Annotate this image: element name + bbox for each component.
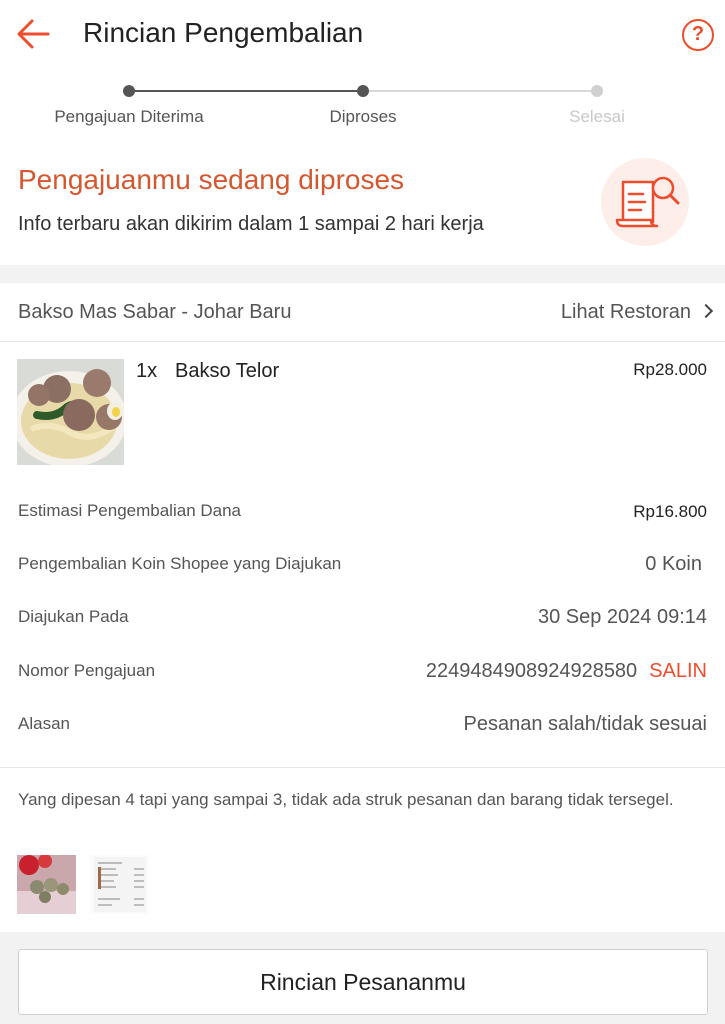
chevron-right-icon: [698, 303, 714, 319]
status-title: Pengajuanmu sedang diproses: [18, 164, 405, 195]
step-line-done: [129, 90, 363, 92]
submitted-at-label: Diajukan Pada: [18, 607, 129, 626]
restaurant-name: Bakso Mas Sabar - Johar Baru: [18, 301, 292, 323]
progress-stepper: Pengajuan Diterima Diproses Selesai: [0, 80, 725, 140]
copy-button[interactable]: SALIN: [649, 660, 707, 682]
item-price: Rp28.000: [633, 360, 707, 379]
request-number-row: 2249484908924928580 SALIN: [426, 660, 707, 683]
complaint-note: Yang dipesan 4 tapi yang sampai 3, tidak…: [18, 790, 674, 809]
step-label-done: Selesai: [569, 107, 625, 126]
divider: [0, 341, 725, 342]
question-circle-icon: ?: [691, 23, 705, 45]
step-dot-processing: [357, 85, 369, 97]
page-title: Rincian Pengembalian: [83, 17, 364, 48]
step-dot-received: [123, 85, 135, 97]
evidence-photo-2[interactable]: [90, 855, 149, 914]
see-restaurant-link[interactable]: Lihat Restoran: [560, 301, 714, 324]
help-button[interactable]: ?: [682, 19, 714, 51]
refund-estimate-label: Estimasi Pengembalian Dana: [18, 501, 242, 520]
coin-refund-label: Pengembalian Koin Shopee yang Diajukan: [18, 554, 342, 573]
arrow-left-icon: [17, 19, 50, 49]
header: Rincian Pengembalian ?: [0, 0, 725, 70]
section-divider: [0, 265, 725, 283]
evidence-photo-1[interactable]: [17, 855, 76, 914]
food-image: [17, 359, 124, 465]
coin-refund-value: 0 Koin: [645, 553, 702, 575]
divider: [0, 767, 725, 768]
step-line-pending: [363, 90, 597, 92]
order-details-button[interactable]: Rincian Pesananmu: [18, 949, 708, 1015]
item-name: Bakso Telor: [175, 360, 280, 382]
document-search-icon: [601, 158, 689, 246]
step-label-processing: Diproses: [329, 107, 397, 126]
request-number-label: Nomor Pengajuan: [18, 661, 156, 680]
step-dot-done: [591, 85, 603, 97]
reason-label: Alasan: [18, 714, 70, 733]
submitted-at-value: 30 Sep 2024 09:14: [537, 606, 707, 628]
reason-value: Pesanan salah/tidak sesuai: [463, 713, 708, 735]
refund-estimate-value: Rp16.800: [633, 502, 707, 521]
step-label-received: Pengajuan Diterima: [54, 107, 204, 126]
item-quantity: 1x: [136, 360, 158, 382]
see-restaurant-label: Lihat Restoran: [560, 301, 691, 323]
back-button[interactable]: [14, 16, 54, 52]
request-number-value: 2249484908924928580: [425, 660, 638, 682]
status-subtitle: Info terbaru akan dikirim dalam 1 sampai…: [18, 213, 484, 235]
